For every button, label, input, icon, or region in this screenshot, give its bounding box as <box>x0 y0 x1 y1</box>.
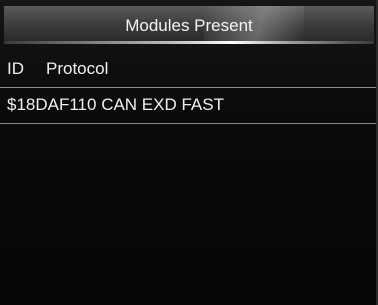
page-title: Modules Present <box>125 16 253 35</box>
module-row-text: $18DAF110 CAN EXD FAST <box>7 95 224 114</box>
column-header-row: ID Protocol <box>0 51 378 87</box>
row-divider <box>0 123 378 124</box>
title-bar: Modules Present <box>4 6 374 44</box>
module-row[interactable]: $18DAF110 CAN EXD FAST <box>0 88 378 124</box>
column-header-protocol: Protocol <box>46 59 109 78</box>
column-header-id: ID <box>7 59 24 78</box>
device-screen: Modules Present ID Protocol $18DAF110 CAN… <box>0 0 378 305</box>
